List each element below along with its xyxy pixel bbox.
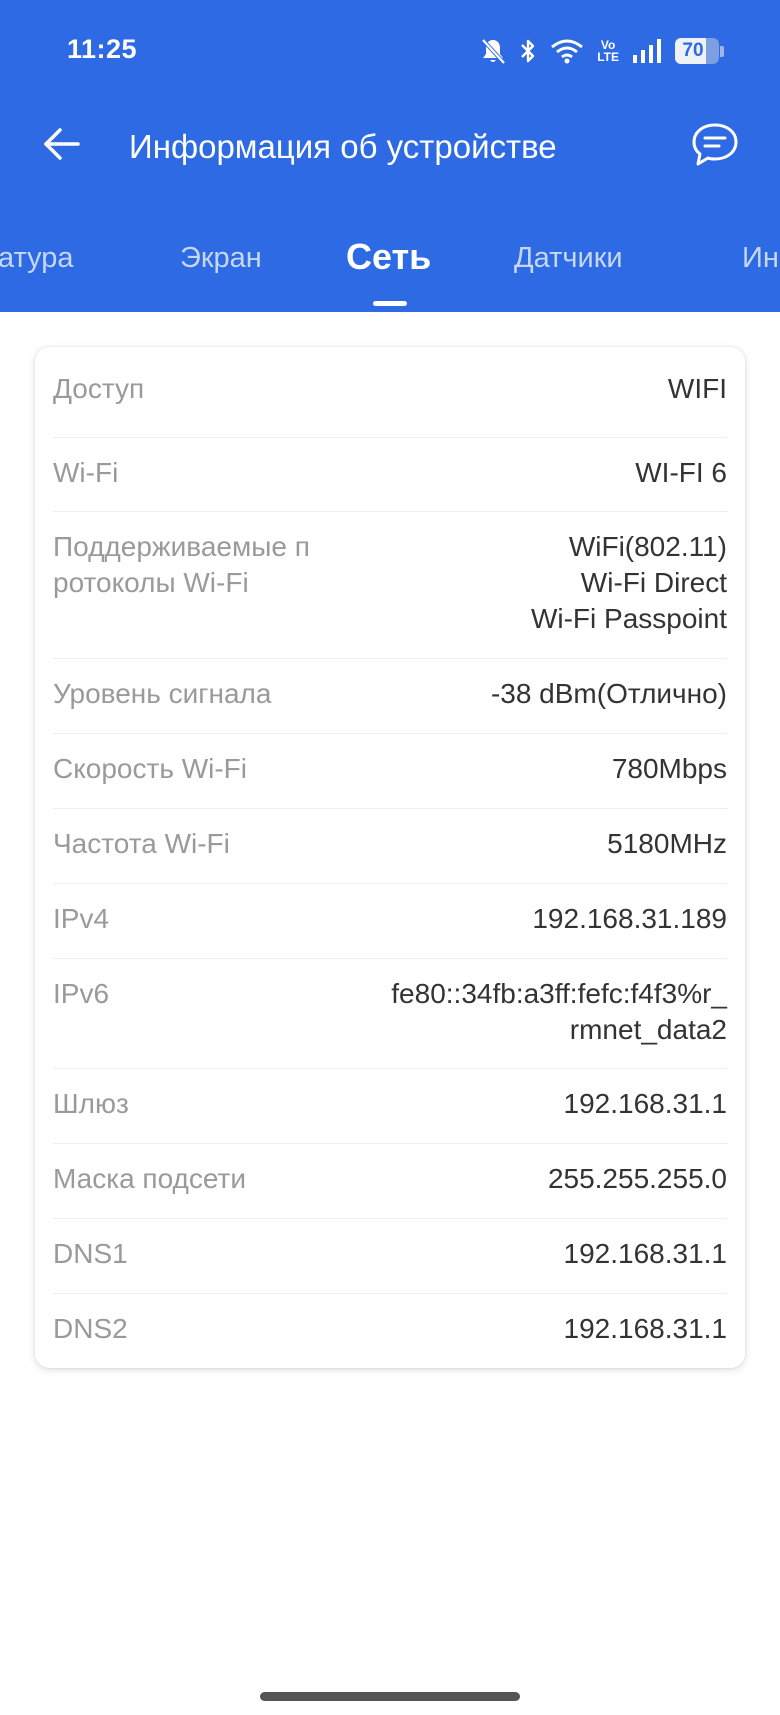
info-row-value-line: -38 dBm(Отлично) <box>490 678 727 709</box>
info-row: Скорость Wi-Fi 780Mbps <box>53 734 727 809</box>
info-row: Уровень сигнала -38 dBm(Отлично) <box>53 659 727 734</box>
info-row-value: WIFI <box>333 371 727 407</box>
status-icons: Vo LTE 70 <box>480 34 724 68</box>
status-time: 11:25 <box>67 34 138 64</box>
info-row: DNS1 192.168.31.1 <box>53 1219 727 1294</box>
info-row: Частота Wi-Fi 5180MHz <box>53 809 727 884</box>
network-info-card: Доступ WIFI Wi-Fi WI-FI 6 Поддерживаемые про… <box>35 347 745 1368</box>
feedback-button[interactable] <box>688 118 742 172</box>
info-row: DNS2 192.168.31.1 <box>53 1294 727 1368</box>
info-row-value-line: rmnet_data2 <box>569 1014 727 1045</box>
info-row-label: Wi-Fi <box>53 457 119 488</box>
wifi-icon <box>550 38 584 64</box>
info-row-value: WiFi(802.11) Wi-Fi Direct Wi-Fi Passpoint <box>333 529 727 637</box>
info-row-value-line: WiFi(802.11) <box>568 531 727 562</box>
info-row-value-line: 192.168.31.1 <box>563 1313 728 1344</box>
info-row-value: fe80::34fb:a3ff:fefc:f4f3%r_rmnet_data2 <box>333 976 727 1048</box>
bell-off-icon <box>480 37 506 65</box>
info-row: Поддерживаемые протоколы Wi-Fi WiFi(802.1… <box>53 512 727 659</box>
info-row-value: 255.255.255.0 <box>333 1161 727 1197</box>
info-row-value-line: 780Mbps <box>611 753 727 784</box>
tab-apparatura[interactable]: атура <box>0 242 74 275</box>
info-row-label: Поддерживаемые протоколы Wi-Fi <box>53 531 310 598</box>
info-row: IPv6 fe80::34fb:a3ff:fefc:f4f3%r_rmnet_da… <box>53 959 727 1069</box>
info-row-value: 192.168.31.1 <box>333 1086 728 1122</box>
active-tab-indicator <box>373 301 407 306</box>
info-row-value-line: Wi-Fi Passpoint <box>530 603 727 634</box>
info-row-value-line: 192.168.31.1 <box>563 1238 728 1269</box>
info-row-value-line: 192.168.31.1 <box>563 1088 728 1119</box>
info-row-value: 192.168.31.1 <box>333 1311 728 1347</box>
info-row-label: DNS2 <box>53 1313 128 1344</box>
tab-network[interactable]: Сеть <box>346 236 431 278</box>
tab-sensors[interactable]: Датчики <box>514 242 623 275</box>
cell-signal-icon <box>632 38 662 64</box>
tab-bar: атура Экран Сеть Датчики Ин <box>0 232 780 312</box>
info-row-value: 5180MHz <box>333 826 727 862</box>
info-row: Wi-Fi WI-FI 6 <box>53 438 727 512</box>
battery-tip <box>720 45 724 57</box>
page-title: Информация об устройстве <box>129 128 557 165</box>
info-row-label: Доступ <box>53 373 145 404</box>
info-row-value: -38 dBm(Отлично) <box>333 676 727 712</box>
info-row-label: Шлюз <box>53 1088 129 1119</box>
volte-bottom-text: LTE <box>597 50 619 64</box>
back-button[interactable] <box>38 120 86 168</box>
info-row-value: 192.168.31.1 <box>333 1236 728 1272</box>
info-row-label: DNS1 <box>53 1238 128 1269</box>
battery-body: 70 <box>675 38 719 64</box>
info-row-value-line: 192.168.31.189 <box>532 903 727 934</box>
info-row-value-line: fe80::34fb:a3ff:fefc:f4f3%r_ <box>391 978 727 1009</box>
device-info-screen: 11:25 Vo LTE 70 Информация об устройстве… <box>0 0 780 1715</box>
arrow-left-icon <box>44 128 80 160</box>
info-row-value: 780Mbps <box>333 751 727 787</box>
tab-info[interactable]: Ин <box>742 242 779 275</box>
info-row-value-line: WI-FI 6 <box>635 457 727 488</box>
info-row-value: WI-FI 6 <box>333 455 727 491</box>
info-row-value-line: Wi-Fi Direct <box>580 567 727 598</box>
battery-level: 70 <box>682 40 704 61</box>
info-row-label: IPv4 <box>53 903 110 934</box>
status-bar: 11:25 Vo LTE 70 <box>0 0 780 100</box>
info-row-label: Частота Wi-Fi <box>53 828 230 859</box>
info-row-label: Уровень сигнала <box>53 678 272 709</box>
chat-bubble-icon <box>692 123 738 166</box>
info-row-label: IPv6 <box>53 978 110 1009</box>
info-row-label: Скорость Wi-Fi <box>53 753 247 784</box>
info-row-value-line: 255.255.255.0 <box>547 1163 727 1194</box>
app-header: 11:25 Vo LTE 70 Информация об устройстве… <box>0 0 780 312</box>
info-row-value-line: WIFI <box>667 373 727 404</box>
info-row: Доступ WIFI <box>53 347 727 438</box>
bluetooth-icon <box>519 37 537 65</box>
battery-icon: 70 <box>675 38 724 64</box>
info-row-label: Маска подсети <box>53 1163 246 1194</box>
info-row-value-line: 5180MHz <box>607 828 727 859</box>
info-row: IPv4 192.168.31.189 <box>53 884 727 959</box>
volte-icon: Vo LTE <box>597 39 619 63</box>
home-indicator[interactable] <box>260 1692 520 1701</box>
info-row-value: 192.168.31.189 <box>333 901 727 937</box>
info-row: Шлюз 192.168.31.1 <box>53 1069 727 1144</box>
info-row: Маска подсети 255.255.255.0 <box>53 1144 727 1219</box>
tab-screen[interactable]: Экран <box>180 242 262 275</box>
